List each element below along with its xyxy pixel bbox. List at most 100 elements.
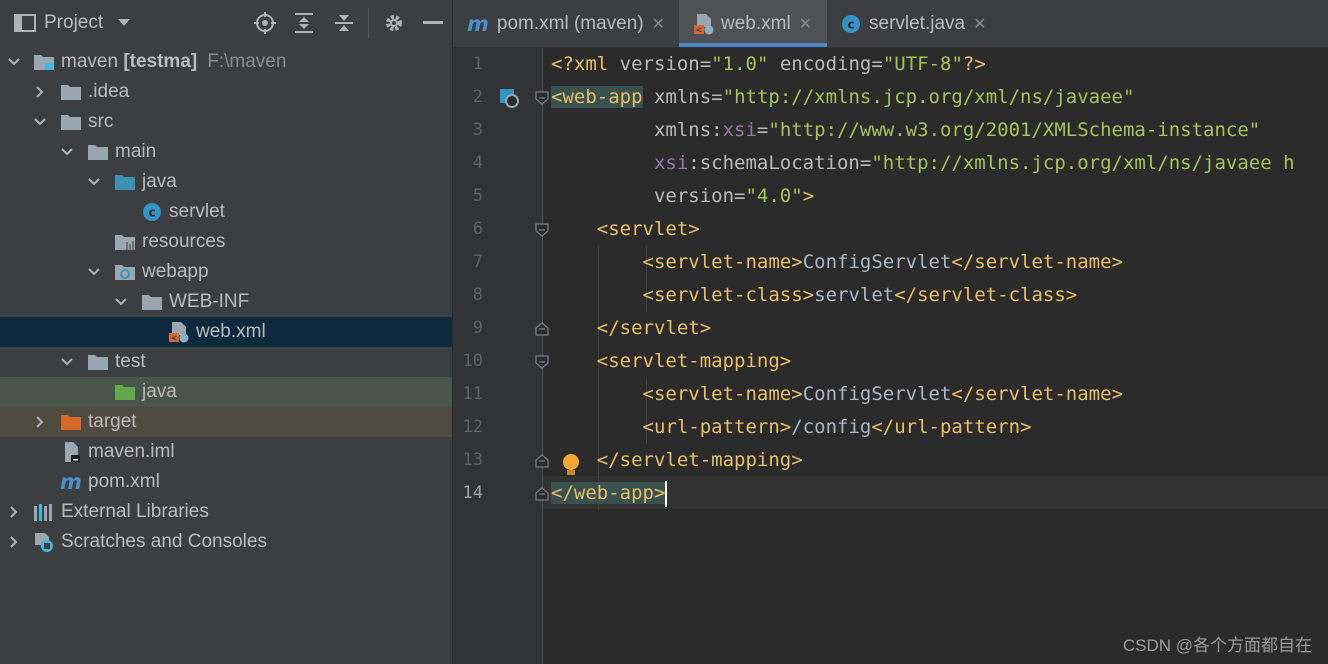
tree-item-servlet[interactable]: c servlet [0, 197, 452, 227]
minimize-icon[interactable] [423, 0, 443, 46]
tree-item-web-inf[interactable]: WEB-INF [0, 287, 452, 317]
tree-item-label: maven [testma] F:\maven [61, 51, 287, 72]
module-path: F:\maven [207, 51, 287, 72]
web-xml-icon: < [693, 13, 715, 35]
code-line[interactable]: <url-pattern>/config</url-pattern> [551, 411, 1032, 444]
tree-item-main[interactable]: main [0, 137, 452, 167]
tree-item-java-test[interactable]: java [0, 377, 452, 407]
code-line[interactable]: xsi:schemaLocation="http://xmlns.jcp.org… [551, 147, 1295, 180]
tree-item-maven-iml[interactable]: maven.iml [0, 437, 452, 467]
editor-area: m pom.xml (maven) ✕ < web.xml ✕ c servle… [453, 0, 1328, 664]
code-line[interactable]: </servlet> [551, 312, 711, 345]
line-number: 11 [462, 384, 483, 404]
code-line[interactable]: <servlet-name>ConfigServlet</servlet-nam… [551, 246, 1124, 279]
folder-icon [59, 77, 83, 107]
tree-item-web-xml[interactable]: < web.xml [0, 317, 452, 347]
bulb-icon[interactable] [561, 453, 581, 482]
tree-item-label: main [115, 141, 157, 162]
tab-label: servlet.java [869, 12, 966, 34]
fold-open-icon[interactable] [535, 355, 549, 369]
tree-item-label: servlet [169, 201, 225, 222]
project-tool-window: Project maven [testma] F:\maven .idea sr… [0, 0, 452, 664]
tree-item-label: maven.iml [88, 441, 175, 462]
project-view-dropdown[interactable]: Project [44, 0, 131, 46]
chevron-down-icon[interactable] [84, 167, 104, 197]
line-number: 4 [472, 153, 483, 173]
project-view-icon [14, 0, 36, 46]
chevron-right-icon[interactable] [4, 497, 24, 527]
tree-item-src[interactable]: src [0, 107, 452, 137]
fold-open-icon[interactable] [535, 223, 549, 237]
locate-file-icon[interactable] [254, 0, 276, 46]
fold-close-icon[interactable] [535, 322, 549, 336]
chevron-down-icon[interactable] [57, 137, 77, 167]
svg-text:c: c [847, 17, 854, 31]
tree-item-resources[interactable]: resources [0, 227, 452, 257]
web-folder-icon [113, 257, 137, 287]
code-line[interactable]: <servlet> [551, 213, 700, 246]
expand-all-icon[interactable] [294, 0, 314, 46]
module-name: [testma] [123, 51, 198, 72]
chevron-right-icon[interactable] [30, 407, 50, 437]
close-icon[interactable]: ✕ [652, 14, 665, 34]
project-tree: maven [testma] F:\maven .idea src main ja… [0, 47, 452, 557]
code-line[interactable]: <servlet-class>servlet</servlet-class> [551, 279, 1078, 312]
line-number: 12 [462, 417, 483, 437]
collapse-all-icon[interactable] [334, 0, 354, 46]
chevron-down-icon[interactable] [30, 107, 50, 137]
maven-icon: m [60, 470, 82, 494]
tree-item-java-source[interactable]: java [0, 167, 452, 197]
svg-text:<: < [696, 25, 703, 34]
code-line[interactable]: </servlet-mapping> [551, 444, 803, 477]
chevron-right-icon[interactable] [4, 527, 24, 557]
tab-pom-xml[interactable]: m pom.xml (maven) ✕ [453, 0, 677, 47]
tree-item-idea[interactable]: .idea [0, 77, 452, 107]
tree-item-pom-xml[interactable]: m pom.xml [0, 467, 452, 497]
fold-close-icon[interactable] [535, 487, 549, 501]
line-number: 6 [472, 219, 483, 239]
line-number: 13 [462, 450, 483, 470]
code-line[interactable]: <web-app xmlns="http://xmlns.jcp.org/xml… [551, 81, 1134, 114]
tree-item-maven[interactable]: maven [testma] F:\maven [0, 47, 452, 77]
close-icon[interactable]: ✕ [799, 14, 812, 34]
tree-item-scratches[interactable]: Scratches and Consoles [0, 527, 452, 557]
fold-open-icon[interactable] [535, 91, 549, 105]
tree-item-test[interactable]: test [0, 347, 452, 377]
editor-tab-bar: m pom.xml (maven) ✕ < web.xml ✕ c servle… [453, 0, 1328, 48]
folder-icon [86, 347, 110, 377]
tree-item-label: resources [142, 231, 226, 252]
tree-item-label: pom.xml [88, 471, 160, 492]
tree-item-external-libraries[interactable]: External Libraries [0, 497, 452, 527]
web-descriptor-icon[interactable] [499, 88, 519, 113]
code-line[interactable]: version="4.0"> [551, 180, 814, 213]
chevron-down-icon[interactable] [111, 287, 131, 317]
tab-servlet-java[interactable]: c servlet.java ✕ [829, 0, 1009, 47]
test-folder-icon [113, 377, 137, 407]
resources-folder-icon [113, 227, 137, 257]
tree-item-label: webapp [142, 261, 209, 282]
code-line[interactable]: <?xml version="1.0" encoding="UTF-8"?> [551, 48, 986, 81]
chevron-down-icon[interactable] [4, 47, 24, 77]
fold-close-icon[interactable] [535, 454, 549, 468]
tree-item-label: web.xml [196, 321, 266, 342]
tab-web-xml[interactable]: < web.xml ✕ [679, 0, 827, 47]
line-number: 2 [472, 87, 483, 107]
maven-icon: m [467, 11, 489, 36]
watermark: CSDN @各个方面都自在 [1122, 636, 1312, 655]
chevron-down-icon[interactable] [84, 257, 104, 287]
libraries-icon [32, 497, 56, 527]
project-panel-header: Project [0, 0, 452, 46]
code-line[interactable]: <servlet-name>ConfigServlet</servlet-nam… [551, 378, 1124, 411]
tree-item-webapp[interactable]: webapp [0, 257, 452, 287]
close-icon[interactable]: ✕ [973, 14, 986, 34]
tree-item-target[interactable]: target [0, 407, 452, 437]
chevron-right-icon[interactable] [30, 77, 50, 107]
gear-icon[interactable] [383, 0, 405, 46]
header-divider [368, 8, 369, 38]
chevron-down-icon[interactable] [57, 347, 77, 377]
tree-item-label: java [142, 171, 177, 192]
code-line[interactable]: <servlet-mapping> [551, 345, 791, 378]
folder-icon [86, 137, 110, 167]
code-line[interactable]: xmlns:xsi="http://www.w3.org/2001/XMLSch… [551, 114, 1260, 147]
tree-item-label: src [88, 111, 114, 132]
